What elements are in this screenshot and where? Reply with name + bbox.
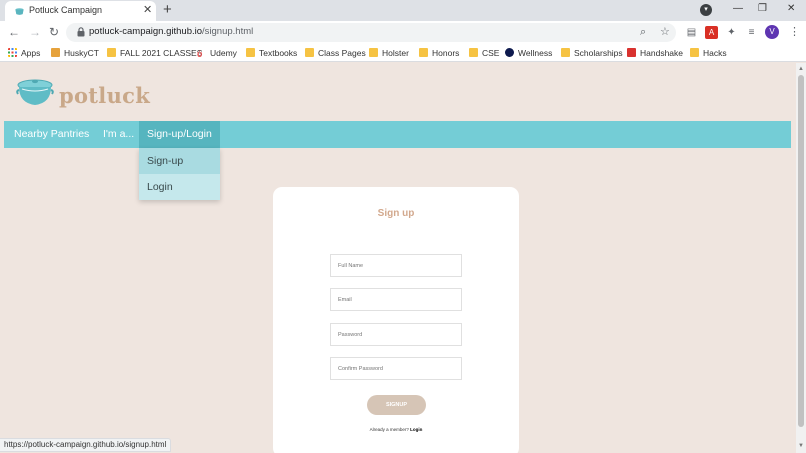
scroll-down-icon[interactable]: ▼	[798, 443, 804, 449]
new-tab-button[interactable]: +	[163, 1, 172, 19]
pot-logo-icon[interactable]	[16, 77, 54, 109]
handshake-icon	[627, 48, 636, 57]
folder-icon	[690, 48, 699, 57]
bookmark-handshake[interactable]: Handshake	[627, 47, 683, 59]
status-bar-url: https://potluck-campaign.github.io/signu…	[0, 438, 172, 452]
huskyct-icon	[51, 48, 60, 57]
browser-tab-strip: Potluck Campaign ✕ + ▾ — ❐ ✕	[0, 0, 806, 21]
bookmark-holster[interactable]: Holster	[369, 47, 409, 59]
profile-avatar[interactable]: V	[765, 25, 779, 39]
bookmark-star-icon[interactable]: ☆	[660, 26, 670, 39]
browser-toolbar: ← → ↻ potluck-campaign.github.io/signup.…	[0, 21, 806, 44]
reload-icon[interactable]: ↻	[49, 24, 59, 40]
scroll-up-icon[interactable]: ▲	[798, 66, 804, 72]
signup-button[interactable]: SIGNUP	[367, 395, 426, 415]
minimize-icon[interactable]: —	[733, 3, 743, 14]
bookmarks-bar: Apps HuskyCT FALL 2021 CLASSES ύ Udemy Te…	[0, 44, 806, 62]
tab-close-icon[interactable]: ✕	[143, 3, 152, 16]
apps-grid-icon	[8, 48, 17, 57]
browser-tab[interactable]: Potluck Campaign ✕	[5, 1, 156, 21]
back-icon[interactable]: ←	[8, 24, 20, 40]
scroll-thumb[interactable]	[798, 75, 804, 427]
dropdown-item-signup[interactable]: Sign-up	[139, 148, 220, 174]
bookmark-hacks[interactable]: Hacks	[690, 47, 727, 59]
site-navbar: Nearby Pantries I'm a... Sign-up/Login	[4, 121, 791, 148]
page-scrollbar[interactable]: ▲ ▼	[796, 63, 806, 453]
menu-kebab-icon[interactable]: ⋮	[789, 25, 800, 38]
confirm-password-field[interactable]	[330, 357, 462, 380]
tab-title: Potluck Campaign	[29, 5, 103, 15]
folder-icon	[107, 48, 116, 57]
extensions-puzzle-icon[interactable]: ✦	[725, 26, 738, 39]
lock-icon	[77, 27, 85, 37]
already-member-text: Already a member? Login	[369, 427, 423, 432]
bookmark-honors[interactable]: Honors	[419, 47, 459, 59]
folder-icon	[246, 48, 255, 57]
url-text: potluck-campaign.github.io/signup.html	[89, 26, 254, 37]
dropdown-item-login[interactable]: Login	[139, 174, 220, 200]
email-field[interactable]	[330, 288, 462, 311]
folder-icon	[469, 48, 478, 57]
nav-signup-login[interactable]: Sign-up/Login	[139, 121, 220, 148]
form-title: Sign up	[377, 208, 415, 219]
bookmark-wellness[interactable]: Wellness	[505, 47, 552, 59]
bookmark-scholarships[interactable]: Scholarships	[561, 47, 623, 59]
udemy-icon: ύ	[197, 49, 203, 59]
page-viewport: potluck Nearby Pantries I'm a... Sign-up…	[0, 63, 796, 453]
bookmark-class-pages[interactable]: Class Pages	[305, 47, 366, 59]
folder-icon	[419, 48, 428, 57]
bookmark-textbooks[interactable]: Textbooks	[246, 47, 297, 59]
uconn-icon	[505, 48, 514, 57]
pot-favicon-icon	[15, 8, 24, 15]
bookmark-huskyct[interactable]: HuskyCT	[51, 47, 99, 59]
site-logo-text[interactable]: potluck	[59, 83, 150, 108]
bookmark-fall-2021[interactable]: FALL 2021 CLASSES	[107, 47, 202, 59]
forward-icon[interactable]: →	[29, 24, 41, 40]
address-bar[interactable]: potluck-campaign.github.io/signup.html ⌕…	[66, 23, 676, 42]
tab-search-icon[interactable]: ▾	[700, 4, 712, 16]
media-queue-icon[interactable]: ≡	[745, 26, 758, 39]
window-close-icon[interactable]: ✕	[787, 3, 795, 14]
folder-icon	[561, 48, 570, 57]
password-field[interactable]	[330, 323, 462, 346]
bookmark-cse[interactable]: CSE	[469, 47, 499, 59]
login-link[interactable]: Login	[410, 427, 422, 432]
zoom-search-icon[interactable]: ⌕	[640, 26, 646, 39]
nav-nearby-pantries[interactable]: Nearby Pantries	[6, 121, 97, 148]
signup-login-dropdown: Sign-up Login	[139, 148, 220, 200]
restore-icon[interactable]: ❐	[758, 3, 767, 14]
folder-icon	[305, 48, 314, 57]
nav-im-a[interactable]: I'm a...	[95, 121, 142, 148]
bookmark-udemy[interactable]: ύ Udemy	[197, 47, 237, 59]
folder-icon	[369, 48, 378, 57]
full-name-field[interactable]	[330, 254, 462, 277]
signup-card: Sign up SIGNUP Already a member? Login	[273, 187, 519, 453]
reading-mode-icon[interactable]: ▤	[685, 26, 698, 39]
bookmark-apps[interactable]: Apps	[8, 47, 40, 59]
acrobat-extension-icon[interactable]: A	[705, 26, 718, 39]
